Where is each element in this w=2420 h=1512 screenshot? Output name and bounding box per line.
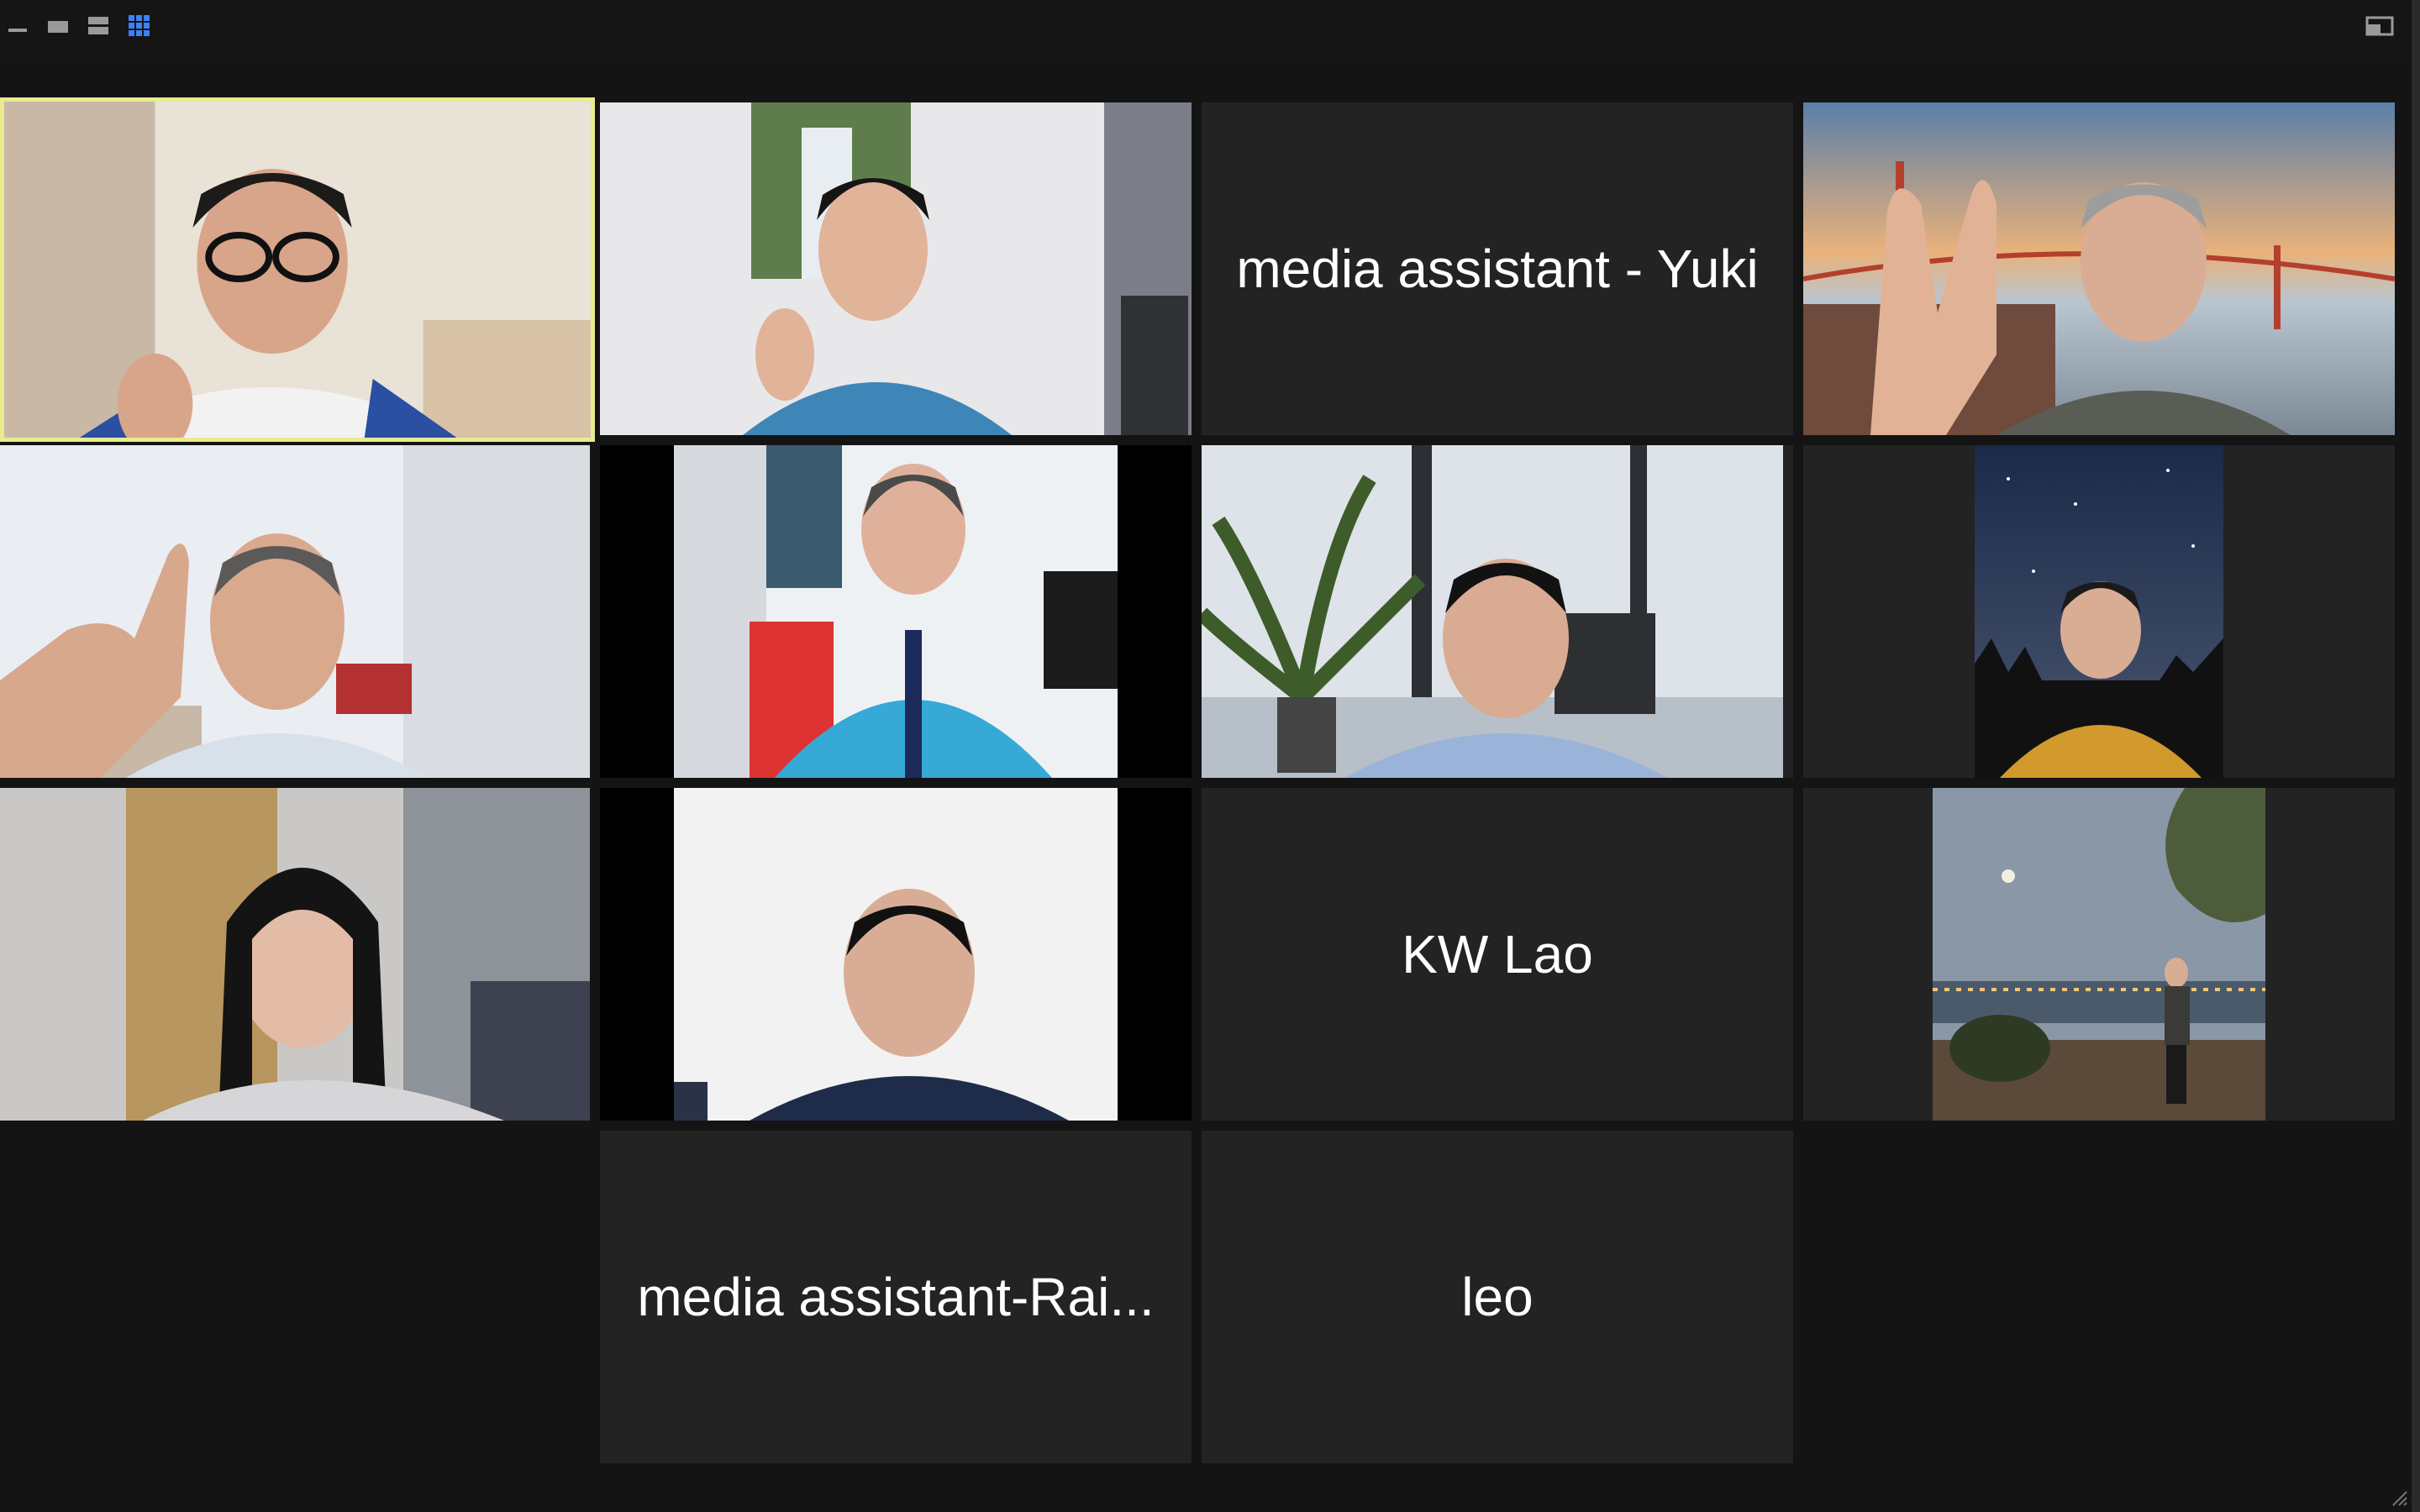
participant-video bbox=[1202, 445, 1783, 778]
participant-video bbox=[1933, 788, 2265, 1121]
participant-name: media assistant - Yuki bbox=[1236, 239, 1759, 299]
participant-tile-12[interactable] bbox=[1803, 788, 2395, 1121]
participant-tile-9[interactable] bbox=[0, 788, 590, 1121]
gallery-grid-icon[interactable] bbox=[126, 13, 155, 39]
participant-video bbox=[4, 102, 591, 438]
participant-tile-3[interactable]: media assistant - Yuki bbox=[1202, 102, 1793, 435]
participant-video bbox=[1803, 102, 2395, 435]
participant-tile-1[interactable] bbox=[0, 97, 595, 442]
participant-name: media assistant-Rai... bbox=[637, 1267, 1155, 1327]
participant-tile-8[interactable] bbox=[1803, 445, 2395, 778]
participant-video bbox=[600, 102, 1192, 435]
participant-tile-2[interactable] bbox=[600, 102, 1192, 435]
participant-tile-14[interactable]: leo bbox=[1202, 1131, 1793, 1463]
participant-tile-6[interactable] bbox=[600, 445, 1192, 778]
participant-tile-10[interactable] bbox=[600, 788, 1192, 1121]
participant-name: leo bbox=[1461, 1267, 1534, 1327]
participant-video bbox=[1975, 445, 2223, 778]
participant-tile-7[interactable] bbox=[1202, 445, 1793, 778]
stacked-view-icon[interactable] bbox=[86, 13, 114, 39]
participant-tile-11[interactable]: KW Lao bbox=[1202, 788, 1793, 1121]
zoom-meeting-window: media assistant - Yuki KW Lao media assi… bbox=[0, 0, 2420, 1512]
top-toolbar bbox=[0, 0, 2420, 59]
participant-tile-5[interactable] bbox=[0, 445, 590, 778]
speaker-view-icon[interactable] bbox=[45, 13, 74, 39]
layout-switcher bbox=[5, 13, 155, 39]
participant-video bbox=[674, 445, 1118, 778]
participant-video bbox=[674, 788, 1118, 1121]
participant-tile-4[interactable] bbox=[1803, 102, 2395, 435]
participant-video bbox=[0, 445, 590, 778]
window-edge bbox=[2412, 0, 2420, 1512]
participant-video bbox=[0, 788, 590, 1121]
participant-tile-13[interactable]: media assistant-Rai... bbox=[600, 1131, 1192, 1463]
participant-name: KW Lao bbox=[1402, 924, 1593, 984]
minimize-icon[interactable] bbox=[5, 13, 34, 39]
resize-grip-icon[interactable] bbox=[2390, 1488, 2408, 1507]
exit-fullscreen-icon[interactable] bbox=[2365, 13, 2395, 39]
